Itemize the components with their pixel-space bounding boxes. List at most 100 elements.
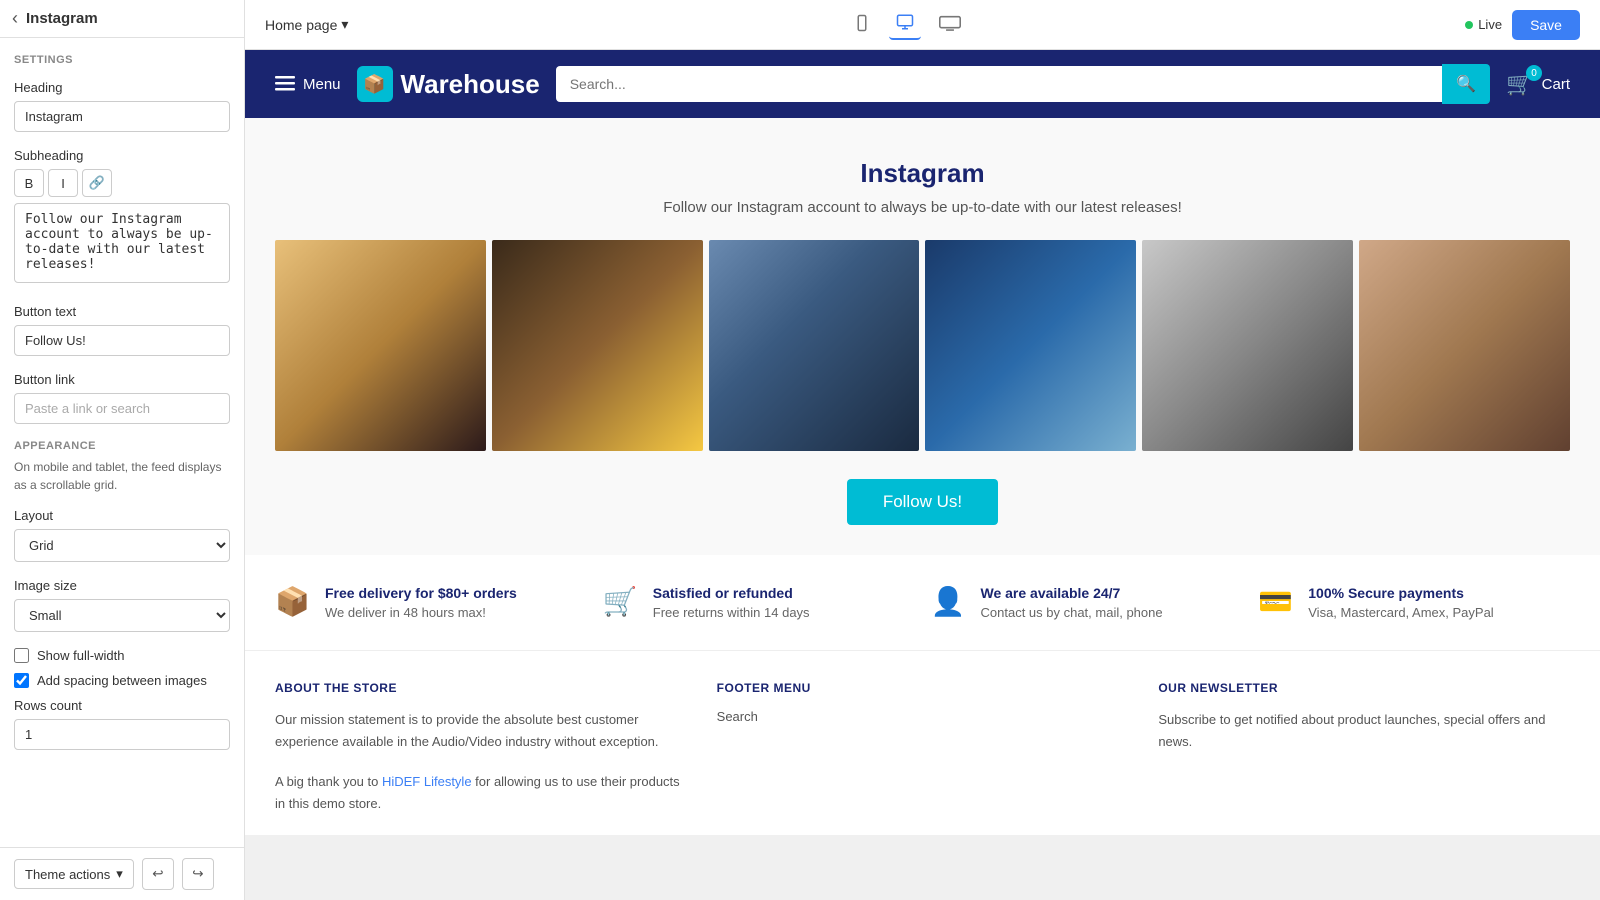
heading-input[interactable] xyxy=(14,101,230,132)
feature-returns-desc: Free returns within 14 days xyxy=(653,605,810,620)
page-chevron-icon: ▾ xyxy=(341,16,348,33)
footer-menu-section: FOOTER MENU Search xyxy=(717,681,1129,815)
menu-label: Menu xyxy=(303,76,341,93)
feature-returns: 🛒 Satisfied or refunded Free returns wit… xyxy=(603,585,915,620)
instagram-subheading: Follow our Instagram account to always b… xyxy=(275,199,1570,216)
footer-menu-search: Search xyxy=(717,709,1129,724)
store-search-input[interactable] xyxy=(556,66,1443,102)
feature-payments-text: 100% Secure payments Visa, Mastercard, A… xyxy=(1308,585,1493,620)
support-icon: 👤 xyxy=(931,585,967,618)
footer-newsletter: OUR NEWSLETTER Subscribe to get notified… xyxy=(1158,681,1570,815)
instagram-grid xyxy=(275,240,1570,451)
heading-label: Heading xyxy=(14,80,230,95)
button-link-field-group: Button link xyxy=(14,372,230,424)
instagram-image-6 xyxy=(1359,240,1570,451)
footer-about: ABOUT THE STORE Our mission statement is… xyxy=(275,681,687,815)
redo-button[interactable]: ↪ xyxy=(182,858,214,890)
theme-actions-label: Theme actions xyxy=(25,867,110,882)
page-selector[interactable]: Home page ▾ xyxy=(265,16,348,33)
preview-area: Menu 📦 Warehouse 🔍 🛒 0 Cart Insta xyxy=(245,50,1600,900)
instagram-image-3 xyxy=(709,240,920,451)
feature-support-desc: Contact us by chat, mail, phone xyxy=(981,605,1163,620)
layout-select[interactable]: Grid Masonry Highlight Collage xyxy=(14,529,230,562)
preview-inner: Menu 📦 Warehouse 🔍 🛒 0 Cart Insta xyxy=(245,50,1600,835)
rows-count-label: Rows count xyxy=(14,698,230,713)
italic-button[interactable]: I xyxy=(48,169,78,197)
menu-button[interactable]: Menu xyxy=(275,76,341,93)
image-size-select[interactable]: Small Medium Large xyxy=(14,599,230,632)
feature-support-text: We are available 24/7 Contact us by chat… xyxy=(981,585,1163,620)
feature-delivery-title: Free delivery for $80+ orders xyxy=(325,585,517,601)
logo-icon: 📦 xyxy=(357,66,393,102)
footer-about-text2: A big thank you to HiDEF Lifestyle for a… xyxy=(275,771,687,815)
top-bar-left: Home page ▾ xyxy=(265,16,348,33)
store-header: Menu 📦 Warehouse 🔍 🛒 0 Cart xyxy=(245,50,1600,118)
button-text-input[interactable] xyxy=(14,325,230,356)
widescreen-view-button[interactable] xyxy=(933,10,967,39)
footer-about-text: Our mission statement is to provide the … xyxy=(275,709,687,753)
footer-newsletter-title: OUR NEWSLETTER xyxy=(1158,681,1570,695)
appearance-label: APPEARANCE xyxy=(14,440,230,452)
settings-section-label: SETTINGS xyxy=(14,54,230,66)
search-bar: 🔍 xyxy=(556,64,1491,104)
image-size-label: Image size xyxy=(14,578,230,593)
desktop-view-button[interactable] xyxy=(889,9,921,40)
layout-label: Layout xyxy=(14,508,230,523)
sidebar: ‹ Instagram SETTINGS Heading Subheading … xyxy=(0,0,245,900)
store-logo: 📦 Warehouse xyxy=(357,66,540,102)
chevron-down-icon: ▾ xyxy=(116,866,123,882)
button-text-label: Button text xyxy=(14,304,230,319)
rows-count-field-group: Rows count xyxy=(14,698,230,750)
footer-menu-title: FOOTER MENU xyxy=(717,681,1129,695)
feature-returns-title: Satisfied or refunded xyxy=(653,585,810,601)
feature-support: 👤 We are available 24/7 Contact us by ch… xyxy=(931,585,1243,620)
sidebar-content: SETTINGS Heading Subheading B I 🔗 Follow… xyxy=(0,38,244,847)
store-search-button[interactable]: 🔍 xyxy=(1442,64,1490,104)
cart-badge: 0 xyxy=(1526,65,1542,81)
follow-button[interactable]: Follow Us! xyxy=(847,479,998,525)
back-button[interactable]: ‹ xyxy=(12,8,18,29)
format-bar: B I 🔗 xyxy=(14,169,230,197)
live-badge: Live xyxy=(1465,17,1502,32)
image-size-field-group: Image size Small Medium Large xyxy=(14,578,230,632)
hidef-link[interactable]: HiDEF Lifestyle xyxy=(382,774,472,789)
theme-actions-button[interactable]: Theme actions ▾ xyxy=(14,859,134,889)
returns-icon: 🛒 xyxy=(603,585,639,618)
cart-area[interactable]: 🛒 0 Cart xyxy=(1506,71,1570,97)
button-link-label: Button link xyxy=(14,372,230,387)
payments-icon: 💳 xyxy=(1258,585,1294,618)
link-button[interactable]: 🔗 xyxy=(82,169,112,197)
bold-button[interactable]: B xyxy=(14,169,44,197)
feature-support-title: We are available 24/7 xyxy=(981,585,1163,601)
undo-button[interactable]: ↩ xyxy=(142,858,174,890)
show-full-width-row: Show full-width xyxy=(14,648,230,663)
add-spacing-label: Add spacing between images xyxy=(37,673,207,688)
top-bar-center xyxy=(847,9,967,40)
subheading-textarea[interactable]: Follow our Instagram account to always b… xyxy=(14,203,230,283)
subheading-field-group: Subheading B I 🔗 Follow our Instagram ac… xyxy=(14,148,230,288)
appearance-section: APPEARANCE On mobile and tablet, the fee… xyxy=(14,440,230,750)
feature-returns-text: Satisfied or refunded Free returns withi… xyxy=(653,585,810,620)
show-full-width-checkbox[interactable] xyxy=(14,648,29,663)
mobile-view-button[interactable] xyxy=(847,10,877,39)
feature-payments-desc: Visa, Mastercard, Amex, PayPal xyxy=(1308,605,1493,620)
save-button[interactable]: Save xyxy=(1512,10,1580,40)
features-bar: 📦 Free delivery for $80+ orders We deliv… xyxy=(245,555,1600,650)
instagram-section: Instagram Follow our Instagram account t… xyxy=(245,118,1600,555)
appearance-desc: On mobile and tablet, the feed displays … xyxy=(14,458,230,494)
heading-field-group: Heading xyxy=(14,80,230,132)
subheading-label: Subheading xyxy=(14,148,230,163)
store-name: Warehouse xyxy=(401,69,540,100)
footer-newsletter-text: Subscribe to get notified about product … xyxy=(1158,709,1570,753)
add-spacing-row: Add spacing between images xyxy=(14,673,230,688)
sidebar-top-bar: ‹ Instagram xyxy=(0,0,244,38)
feature-payments: 💳 100% Secure payments Visa, Mastercard,… xyxy=(1258,585,1570,620)
rows-count-input[interactable] xyxy=(14,719,230,750)
add-spacing-checkbox[interactable] xyxy=(14,673,29,688)
button-link-input[interactable] xyxy=(14,393,230,424)
show-full-width-label: Show full-width xyxy=(37,648,124,663)
instagram-heading: Instagram xyxy=(275,158,1570,189)
feature-delivery-desc: We deliver in 48 hours max! xyxy=(325,605,517,620)
instagram-image-2 xyxy=(492,240,703,451)
feature-delivery: 📦 Free delivery for $80+ orders We deliv… xyxy=(275,585,587,620)
